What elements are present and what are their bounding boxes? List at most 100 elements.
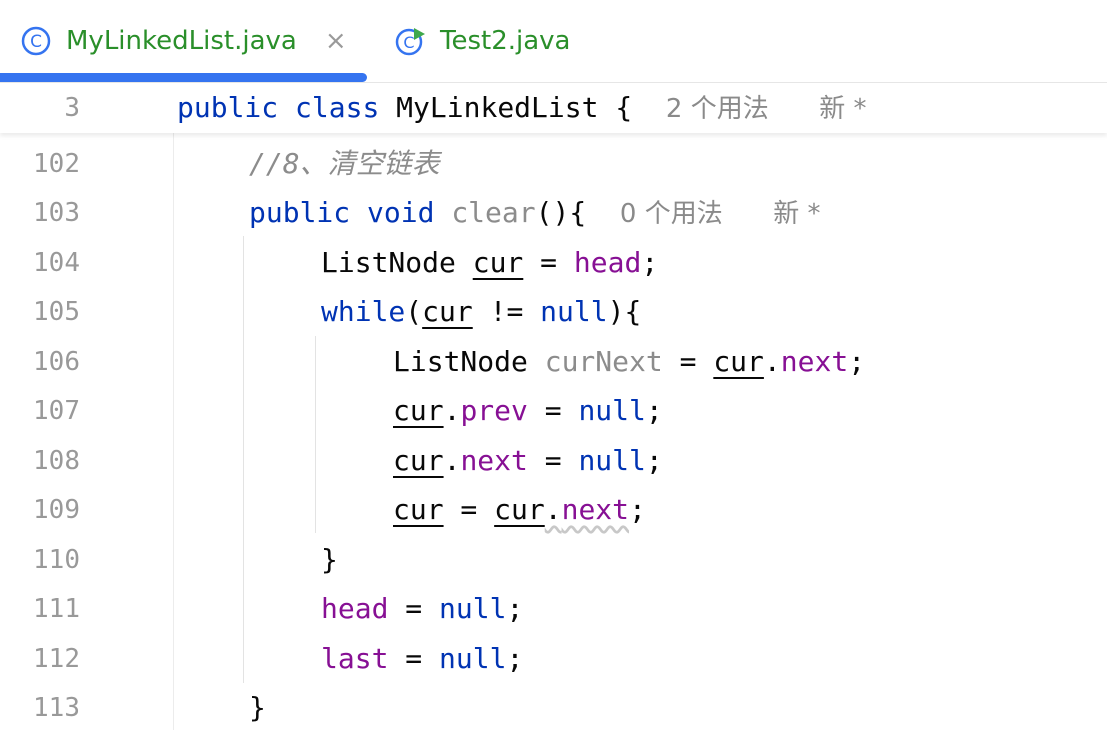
keyword: void: [367, 196, 435, 229]
code-line[interactable]: head = null;: [321, 584, 523, 634]
punctuation: ;: [645, 444, 663, 477]
code-line[interactable]: cur = cur.next;: [393, 485, 646, 535]
code-line[interactable]: while(cur != null){: [321, 287, 641, 337]
code-row[interactable]: 109 cur = cur.next;: [0, 485, 1107, 535]
punctuation: (){: [535, 196, 587, 229]
author-hint[interactable]: 新 *: [773, 199, 820, 229]
class-name: MyLinkedList: [396, 91, 599, 124]
punctuation: ;: [641, 246, 659, 279]
operator: =: [662, 345, 714, 378]
line-number: 104: [33, 248, 80, 278]
code-line[interactable]: public void clear(){ 0 个用法 新 *: [249, 188, 821, 239]
code-row[interactable]: 104 ListNode cur = head;: [0, 238, 1107, 288]
punctuation: .: [443, 394, 461, 427]
close-icon[interactable]: ×: [325, 26, 347, 56]
operator: =: [388, 642, 440, 675]
code-row[interactable]: 112 last = null;: [0, 634, 1107, 684]
variable: curNext: [544, 345, 663, 378]
line-number: 103: [33, 198, 80, 228]
line-number: 111: [33, 594, 80, 624]
svg-text:C: C: [30, 32, 42, 52]
brace: }: [249, 691, 266, 724]
variable: cur: [393, 394, 444, 427]
active-tab-indicator: [0, 73, 367, 82]
code-line[interactable]: }: [321, 535, 338, 585]
tab-mylinkedlist[interactable]: C MyLinkedList.java ×: [20, 0, 347, 82]
method-name: clear: [451, 196, 536, 229]
punctuation: ;: [645, 394, 663, 427]
punctuation: ;: [506, 642, 524, 675]
operator: =: [527, 444, 579, 477]
field: next: [460, 444, 528, 477]
comment: //8、清空链表: [249, 147, 440, 180]
tab-label: MyLinkedList.java: [66, 26, 297, 56]
operator: =: [443, 493, 495, 526]
punctuation: .: [544, 493, 562, 526]
editor-tab-bar: C MyLinkedList.java × C Test2.java: [0, 0, 1107, 83]
line-number: 3: [64, 93, 80, 123]
code-line[interactable]: ListNode curNext = cur.next;: [393, 337, 865, 387]
keyword: public: [249, 196, 351, 229]
operator: =: [527, 394, 579, 427]
code-row[interactable]: 108 cur.next = null;: [0, 436, 1107, 486]
code-line[interactable]: cur.prev = null;: [393, 386, 663, 436]
operator: =: [388, 592, 440, 625]
line-number: 110: [33, 545, 80, 575]
operator: !=: [472, 295, 541, 328]
usages-hint[interactable]: 2 个用法: [666, 94, 769, 124]
code-line[interactable]: public class MyLinkedList { 2 个用法 新 *: [177, 83, 867, 134]
code-row[interactable]: 113 }: [0, 683, 1107, 733]
tab-test2[interactable]: C Test2.java: [394, 0, 570, 82]
svg-text:C: C: [403, 33, 414, 52]
punctuation: ;: [629, 493, 646, 526]
line-number: 108: [33, 446, 80, 476]
keyword: while: [321, 295, 406, 328]
line-number: 107: [33, 396, 80, 426]
punctuation: .: [443, 444, 461, 477]
keyword: public: [177, 91, 279, 124]
punctuation: ;: [848, 345, 866, 378]
field: next: [561, 493, 630, 526]
type-name: ListNode: [321, 246, 456, 279]
code-line[interactable]: ListNode cur = head;: [321, 238, 658, 288]
code-row[interactable]: 103 public void clear(){ 0 个用法 新 *: [0, 188, 1107, 238]
variable: cur: [713, 345, 764, 378]
code-row[interactable]: 105 while(cur != null){: [0, 287, 1107, 337]
operator: =: [523, 246, 574, 279]
line-number: 109: [33, 495, 80, 525]
sticky-scope-header[interactable]: 3 public class MyLinkedList { 2 个用法 新 *: [0, 83, 1107, 133]
variable: cur: [393, 493, 444, 526]
brace: {: [615, 91, 633, 124]
code-row[interactable]: 111 head = null;: [0, 584, 1107, 634]
run-test-class-icon: C: [395, 28, 425, 56]
field: head: [573, 246, 642, 279]
punctuation: ){: [607, 295, 642, 328]
code-line[interactable]: //8、清空链表: [249, 139, 440, 189]
variable: cur: [494, 493, 545, 526]
keyword: null: [578, 444, 646, 477]
variable: cur: [472, 246, 524, 279]
brace: }: [321, 543, 338, 576]
keyword: class: [295, 91, 380, 124]
field: last: [321, 642, 389, 675]
field: head: [321, 592, 389, 625]
type-name: ListNode: [393, 345, 528, 378]
code-line[interactable]: last = null;: [321, 634, 523, 684]
code-line[interactable]: cur.next = null;: [393, 436, 663, 486]
code-row[interactable]: 106 ListNode curNext = cur.next;: [0, 337, 1107, 387]
author-hint[interactable]: 新 *: [819, 94, 866, 124]
keyword: null: [578, 394, 646, 427]
punctuation: (: [405, 295, 423, 328]
keyword: null: [540, 295, 608, 328]
code-line[interactable]: }: [249, 683, 266, 733]
class-c-icon: C: [21, 26, 51, 56]
code-row[interactable]: 102 //8、清空链表: [0, 139, 1107, 189]
usages-hint[interactable]: 0 个用法: [620, 199, 723, 229]
line-number: 105: [33, 297, 80, 327]
code-row[interactable]: 110 }: [0, 535, 1107, 585]
punctuation: .: [763, 345, 781, 378]
code-row[interactable]: 107 cur.prev = null;: [0, 386, 1107, 436]
field: prev: [460, 394, 528, 427]
line-number: 102: [33, 149, 80, 179]
punctuation: ;: [506, 592, 524, 625]
